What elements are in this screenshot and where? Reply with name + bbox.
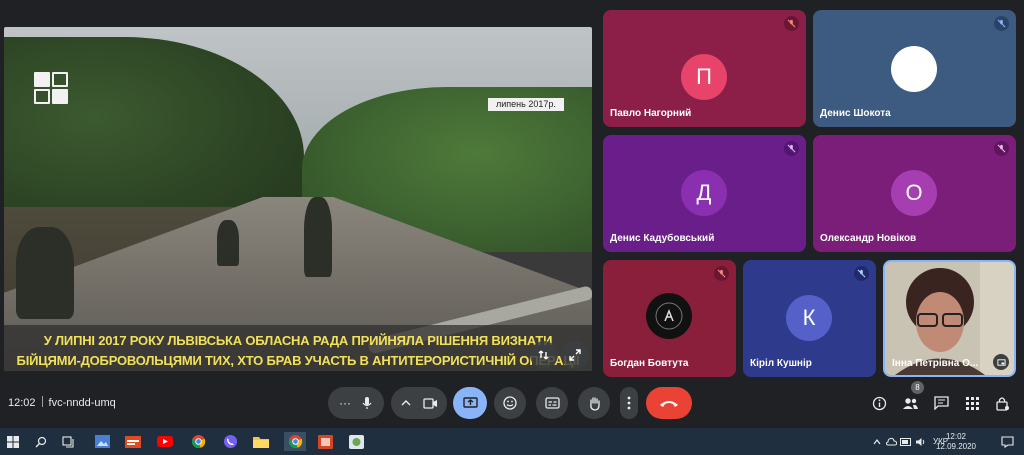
viber-icon[interactable]	[221, 433, 239, 450]
captions-button[interactable]	[536, 387, 568, 419]
emoji-icon	[503, 396, 517, 410]
taskbar-clock[interactable]: 12:02 12.09.2020	[936, 432, 976, 452]
mic-off-icon	[994, 141, 1009, 156]
apps-grid-icon	[965, 396, 979, 410]
more-vertical-icon	[627, 396, 631, 410]
participant-avatar: П	[681, 54, 727, 100]
mic-off-icon	[854, 266, 869, 281]
audio-options-button[interactable]: ···	[339, 396, 351, 410]
people-button[interactable]	[901, 394, 919, 412]
participant-tile-6[interactable]: К Кіріл Кушнір	[743, 260, 876, 377]
hand-icon	[589, 396, 600, 411]
search-icon[interactable]	[32, 433, 50, 450]
clock-date: 12.09.2020	[935, 442, 976, 451]
mic-off-icon	[784, 141, 799, 156]
chat-icon	[933, 396, 949, 410]
pin-icon	[538, 350, 549, 360]
speaker-icon[interactable]	[911, 433, 929, 450]
app-icon[interactable]	[347, 433, 365, 450]
leave-call-button[interactable]	[646, 387, 692, 419]
chrome-active-icon[interactable]	[284, 432, 306, 451]
captions-icon	[544, 397, 560, 409]
participant-name: Денис Кадубовський	[610, 233, 715, 244]
participant-name: Павло Нагорний	[610, 108, 692, 119]
video-caption: У ЛИПНІ 2017 РОКУ ЛЬВІВСЬКА ОБЛАСНА РАДА…	[4, 325, 592, 371]
clock-time: 12:02	[945, 432, 966, 441]
news-app-icon[interactable]	[124, 433, 142, 450]
chevron-up-icon[interactable]	[401, 399, 411, 407]
participant-tile-7[interactable]: Інна Петрівна О...	[883, 260, 1016, 377]
meet-window: липень 2017р. У ЛИПНІ 2017 РОКУ ЛЬВІВСЬК…	[0, 0, 1024, 455]
participant-name: Богдан Бовтута	[610, 358, 689, 369]
participant-avatar	[646, 293, 692, 339]
notifications-icon[interactable]	[998, 433, 1016, 450]
participant-avatar	[891, 46, 937, 92]
participant-tile-1[interactable]: П Павло Нагорний	[603, 10, 806, 127]
meeting-details-button[interactable]	[870, 394, 888, 412]
task-view-icon[interactable]	[60, 433, 78, 450]
file-explorer-icon[interactable]	[252, 433, 270, 450]
date-tag: липень 2017р.	[488, 98, 564, 111]
participant-count-badge: 8	[911, 381, 924, 394]
participant-tile-4[interactable]: О Олександр Новіков	[813, 135, 1016, 252]
participant-name: Інна Петрівна О...	[892, 358, 979, 369]
camera-icon[interactable]	[422, 397, 438, 409]
present-screen-button[interactable]	[453, 387, 487, 419]
lock-person-icon	[996, 396, 1009, 411]
participant-tile-3[interactable]: Д Денис Кадубовський	[603, 135, 806, 252]
activities-button[interactable]	[963, 394, 981, 412]
presentation-video-frame	[4, 27, 592, 371]
photos-app-icon[interactable]	[93, 433, 111, 450]
participant-name: Кіріл Кушнір	[750, 358, 812, 369]
mic-control-group: ···	[328, 387, 384, 419]
fullscreen-button[interactable]	[561, 341, 589, 369]
participant-tile-5[interactable]: Богдан Бовтута	[603, 260, 736, 377]
info-icon	[872, 396, 886, 410]
mic-off-icon	[784, 16, 799, 31]
participant-avatar: К	[786, 295, 832, 341]
camera-control-group	[391, 387, 447, 419]
chat-button[interactable]	[932, 394, 950, 412]
more-options-button[interactable]	[620, 387, 638, 419]
windows-start-icon[interactable]	[4, 433, 22, 450]
mic-icon[interactable]	[361, 396, 373, 410]
picture-in-picture-icon	[996, 358, 1006, 366]
participant-name: Денис Шокота	[820, 108, 891, 119]
mic-off-icon	[994, 16, 1009, 31]
reactions-button[interactable]	[494, 387, 526, 419]
profile-picture-icon	[655, 302, 683, 330]
people-icon	[902, 397, 918, 409]
expand-icon	[569, 349, 581, 361]
caption-line-1: У ЛИПНІ 2017 РОКУ ЛЬВІВСЬКА ОБЛАСНА РАДА…	[43, 333, 553, 348]
chrome-icon[interactable]	[189, 433, 207, 450]
end-call-icon	[660, 400, 678, 407]
powerpoint-icon[interactable]	[316, 433, 334, 450]
channel-logo-icon	[34, 72, 68, 104]
raise-hand-button[interactable]	[578, 387, 610, 419]
meeting-time: 12:02	[8, 397, 36, 409]
participant-tile-2[interactable]: Денис Шокота	[813, 10, 1016, 127]
meeting-info: 12:02 fvc-nndd-umq	[8, 396, 116, 409]
participant-avatar: О	[891, 170, 937, 216]
host-controls-button[interactable]	[994, 394, 1012, 412]
mic-off-icon	[714, 266, 729, 281]
present-icon	[462, 397, 478, 408]
self-view-menu-button[interactable]	[993, 354, 1009, 370]
windows-taskbar: УКР 12:02 12.09.2020	[0, 428, 1024, 455]
participant-name: Олександр Новіков	[820, 233, 917, 244]
presentation-stage[interactable]: липень 2017р. У ЛИПНІ 2017 РОКУ ЛЬВІВСЬК…	[4, 27, 592, 371]
participant-avatar: Д	[681, 170, 727, 216]
pin-button[interactable]	[530, 341, 558, 369]
meeting-code: fvc-nndd-umq	[48, 397, 116, 409]
youtube-icon[interactable]	[156, 433, 174, 450]
caption-line-2: БІЙЦЯМИ-ДОБРОВОЛЬЦЯМИ ТИХ, ХТО БРАВ УЧАС…	[16, 353, 580, 368]
